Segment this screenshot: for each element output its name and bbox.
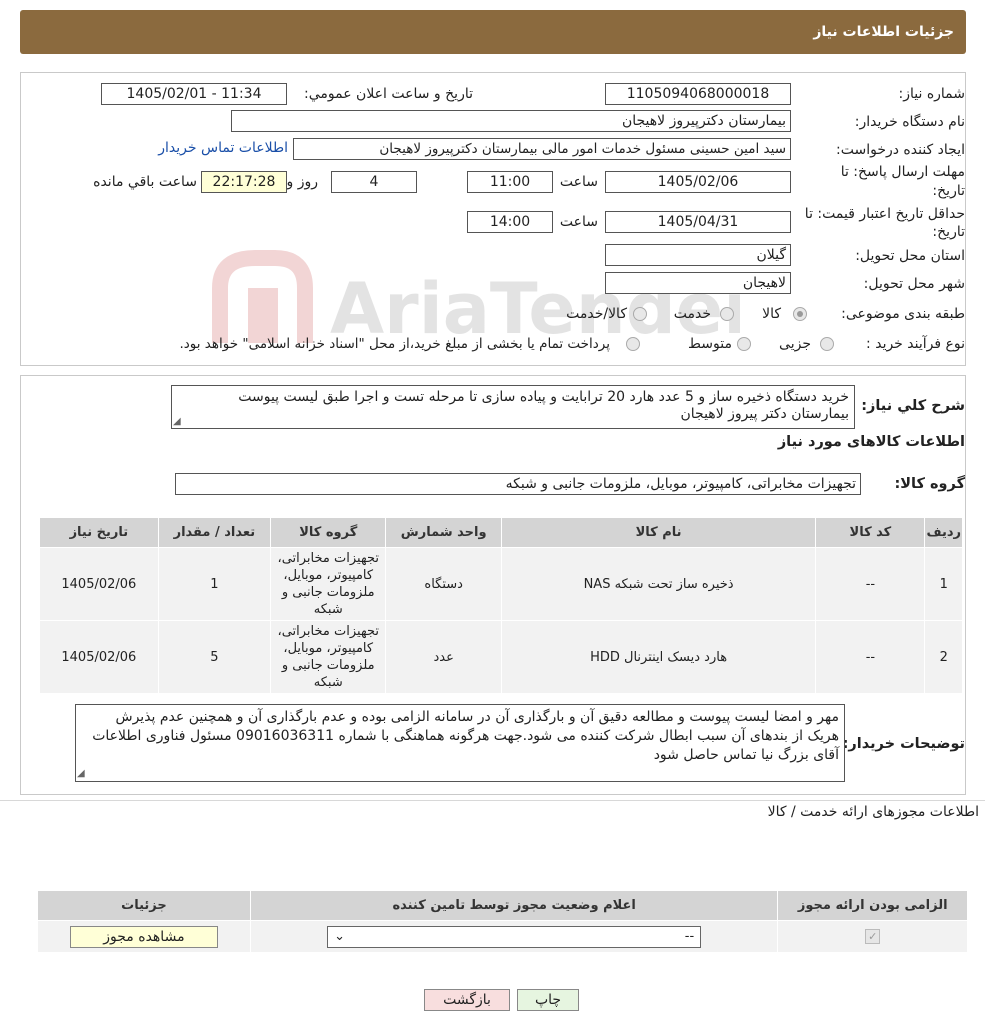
goods-group-label: گروه کالا: (894, 476, 965, 492)
table-row: 2 -- هارد دیسک اینترنال HDD عدد تجهیزات … (39, 620, 963, 694)
cell-date: 1405/02/06 (39, 620, 159, 694)
purchase-option-minor: جزیی (779, 336, 811, 352)
buyer-contact-link[interactable]: اطلاعات تماس خریدار (158, 140, 288, 156)
need-number-label: شماره نیاز: (898, 86, 966, 102)
cell-unit: عدد (385, 620, 502, 694)
col-date: تاریخ نیاز (39, 517, 159, 548)
need-number-field: 1105094068000018 (605, 83, 791, 105)
price-validity-time-label: ساعت (559, 214, 598, 230)
cell-required: ✓ (777, 920, 968, 953)
province-field: گیلان (605, 244, 791, 266)
remaining-time-field: 22:17:28 (201, 171, 287, 193)
buyer-org-label: نام دستگاه خریدار: (854, 114, 965, 130)
category-radio-goods-service[interactable] (633, 307, 647, 321)
col-qty: تعداد / مقدار (157, 517, 272, 548)
province-label: استان محل تحویل: (855, 248, 965, 264)
items-table-header: ردیف کد کالا نام کالا واحد شمارش گروه کا… (39, 517, 963, 548)
items-table: ردیف کد کالا نام کالا واحد شمارش گروه کا… (39, 517, 963, 694)
reply-date-field: 1405/02/06 (605, 171, 791, 193)
announce-datetime-field: 1405/02/01 - 11:34 (101, 83, 287, 105)
cell-name: ذخیره ساز تحت شبکه NAS (500, 547, 817, 621)
cell-qty: 5 (157, 620, 272, 694)
cell-name: هارد دیسک اینترنال HDD (500, 620, 817, 694)
back-button[interactable]: بازگشت (424, 989, 510, 1011)
remaining-label: ساعت باقي مانده (93, 174, 197, 190)
col-unit: واحد شمارش (385, 517, 502, 548)
requester-label: ایجاد کننده درخواست: (836, 142, 965, 158)
city-label: شهر محل تحویل: (863, 276, 965, 292)
summary-text: خرید دستگاه ذخیره ساز و 5 عدد هارد 20 تر… (238, 389, 849, 422)
section-divider (0, 800, 985, 801)
cell-status: -- ⌄ (249, 920, 779, 953)
permit-status-select[interactable]: -- ⌄ (327, 925, 702, 948)
purchase-radio-treasury[interactable] (626, 337, 640, 351)
cell-details: مشاهده مجوز (37, 920, 251, 953)
purchase-option-medium: متوسط (688, 336, 732, 352)
remaining-days-field: 4 (331, 171, 417, 193)
cell-unit: دستگاه (385, 547, 502, 621)
print-button[interactable]: چاپ (517, 989, 579, 1011)
col-details: جزئیات (37, 890, 251, 921)
purchase-radio-medium[interactable] (737, 337, 751, 351)
permits-title: اطلاعات مجوزهای ارائه خدمت / کالا (767, 804, 979, 820)
price-validity-time-field: 14:00 (467, 211, 553, 233)
summary-textarea[interactable]: خرید دستگاه ذخیره ساز و 5 عدد هارد 20 تر… (171, 385, 855, 429)
category-label: طبقه بندی موضوعی: (841, 306, 965, 322)
cell-qty: 1 (157, 547, 272, 621)
category-radio-service[interactable] (720, 307, 734, 321)
city-field: لاهیجان (605, 272, 791, 294)
cell-date: 1405/02/06 (39, 547, 159, 621)
cell-row: 1 (924, 547, 963, 621)
resize-grip-icon[interactable]: ◢ (173, 416, 181, 427)
view-permit-button[interactable]: مشاهده مجوز (69, 925, 218, 948)
permits-table: الزامی بودن ارائه مجوز اعلام وضعیت مجوز … (37, 890, 968, 953)
requester-field: سید امین حسینی مسئول خدمات امور مالی بیم… (293, 138, 791, 160)
table-row: 1 -- ذخیره ساز تحت شبکه NAS دستگاه تجهیز… (39, 547, 963, 621)
purchase-type-label: نوع فرآیند خرید : (866, 336, 965, 352)
category-option-goods: کالا (762, 306, 781, 322)
col-group: گروه کالا (269, 517, 387, 548)
buyer-notes-label: توضیحات خریدار: (842, 736, 965, 752)
purchase-radio-minor[interactable] (820, 337, 834, 351)
col-code: کد کالا (815, 517, 926, 548)
purchase-treasury-note: پرداخت تمام یا بخشی از مبلغ خرید،از محل … (179, 336, 610, 352)
buyer-org-field: بیمارستان دکترپیروز لاهیجان (231, 110, 791, 132)
reply-deadline-label-2: تاریخ: (932, 183, 965, 199)
col-required: الزامی بودن ارائه مجوز (777, 890, 968, 921)
cell-row: 2 (924, 620, 963, 694)
price-validity-label-2: تاریخ: (932, 224, 965, 240)
checkbox-checked-icon[interactable]: ✓ (865, 929, 881, 944)
price-validity-date-field: 1405/04/31 (605, 211, 791, 233)
goods-info-title: اطلاعات کالاهای مورد نیاز (777, 434, 965, 450)
reply-time-field: 11:00 (467, 171, 553, 193)
reply-deadline-label: مهلت ارسال پاسخ: تا (840, 164, 965, 180)
cell-group: تجهیزات مخابراتی، کامپیوتر، موبایل، ملزو… (269, 620, 387, 694)
reply-time-label: ساعت (559, 174, 598, 190)
permits-table-header: الزامی بودن ارائه مجوز اعلام وضعیت مجوز … (37, 890, 968, 921)
summary-label: شرح کلي نیاز: (861, 398, 965, 414)
price-validity-label: حداقل تاریخ اعتبار قیمت: تا (804, 206, 965, 222)
page-title: جزئیات اطلاعات نیاز (813, 24, 954, 40)
category-radio-goods[interactable] (793, 307, 807, 321)
page-header: جزئیات اطلاعات نیاز (20, 10, 966, 54)
cell-code: -- (815, 547, 926, 621)
col-name: نام کالا (500, 517, 817, 548)
table-row: ✓ -- ⌄ مشاهده مجوز (37, 920, 968, 953)
category-option-service: خدمت (673, 306, 711, 322)
days-label: روز و (286, 174, 319, 190)
permit-status-value: -- (684, 928, 695, 944)
chevron-down-icon: ⌄ (334, 928, 346, 944)
category-option-goods-service: کالا/خدمت (566, 306, 627, 322)
announce-label: تاریخ و ساعت اعلان عمومي: (304, 86, 473, 102)
buyer-notes-textarea[interactable]: مهر و امضا لیست پیوست و مطالعه دقیق آن و… (75, 704, 845, 782)
resize-grip-icon[interactable]: ◢ (77, 768, 85, 779)
cell-code: -- (815, 620, 926, 694)
col-status: اعلام وضعیت مجوز توسط تامین کننده (249, 890, 779, 921)
buyer-notes-text: مهر و امضا لیست پیوست و مطالعه دقیق آن و… (92, 709, 839, 763)
goods-group-field: تجهیزات مخابراتی، کامپیوتر، موبایل، ملزو… (175, 473, 861, 495)
cell-group: تجهیزات مخابراتی، کامپیوتر، موبایل، ملزو… (269, 547, 387, 621)
col-row: ردیف (924, 517, 963, 548)
